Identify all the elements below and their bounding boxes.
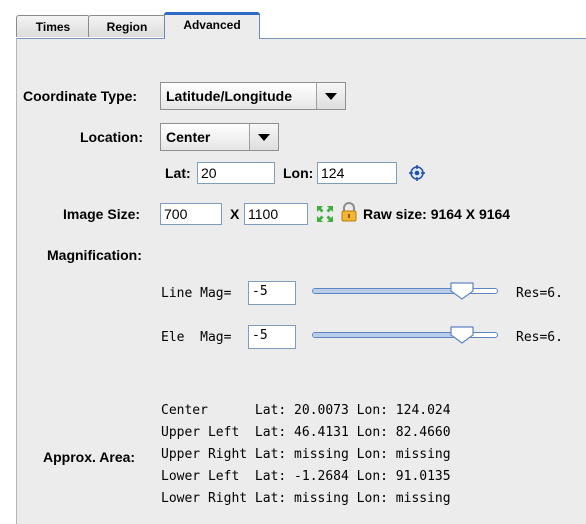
image-size-x-label: X bbox=[230, 206, 240, 222]
line-mag-slider[interactable] bbox=[312, 282, 498, 302]
coordinate-type-value: Latitude/Longitude bbox=[166, 88, 292, 104]
lat-input[interactable]: 20 bbox=[197, 162, 275, 184]
slider-thumb[interactable] bbox=[450, 326, 474, 344]
coordinate-type-label: Coordinate Type: bbox=[23, 88, 138, 104]
expand-arrows-icon[interactable] bbox=[315, 204, 335, 224]
crosshair-target-icon[interactable] bbox=[409, 165, 425, 181]
lat-label: Lat: bbox=[165, 165, 191, 181]
tab-advanced[interactable]: Advanced bbox=[164, 12, 260, 39]
tab-region[interactable]: Region bbox=[88, 15, 166, 37]
location-dropdown[interactable]: Center bbox=[160, 123, 279, 151]
chevron-down-icon[interactable] bbox=[316, 83, 345, 109]
chevron-down-icon[interactable] bbox=[249, 124, 278, 150]
area-row-center: Center Lat: 20.0073 Lon: 124.024 bbox=[161, 403, 451, 418]
ele-res-label: Res=6. bbox=[516, 330, 563, 345]
area-row-upper-left: Upper Left Lat: 46.4131 Lon: 82.4660 bbox=[161, 425, 451, 440]
magnification-label: Magnification: bbox=[47, 247, 142, 263]
coordinate-type-dropdown[interactable]: Latitude/Longitude bbox=[160, 82, 346, 110]
approx-area-label: Approx. Area: bbox=[43, 449, 136, 465]
ele-mag-label: Ele Mag= bbox=[161, 330, 232, 345]
slider-fill bbox=[313, 289, 453, 293]
area-row-lower-left: Lower Left Lat: -1.2684 Lon: 91.0135 bbox=[161, 469, 451, 484]
slider-thumb[interactable] bbox=[450, 282, 474, 300]
ele-mag-input[interactable]: -5 bbox=[248, 325, 296, 349]
padlock-icon[interactable] bbox=[340, 202, 358, 222]
slider-fill bbox=[313, 333, 453, 337]
line-mag-label: Line Mag= bbox=[161, 286, 232, 301]
line-res-label: Res=6. bbox=[516, 286, 563, 301]
location-label: Location: bbox=[80, 129, 143, 145]
area-row-lower-right: Lower Right Lat: missing Lon: missing bbox=[161, 491, 451, 506]
tab-times[interactable]: Times bbox=[16, 15, 90, 37]
raw-size-label: Raw size: 9164 X 9164 bbox=[363, 206, 511, 222]
image-size-label: Image Size: bbox=[63, 206, 141, 222]
tab-bar: Times Region Advanced bbox=[16, 12, 586, 39]
lon-label: Lon: bbox=[283, 165, 314, 181]
ele-mag-slider[interactable] bbox=[312, 326, 498, 346]
image-width-input[interactable]: 700 bbox=[160, 203, 222, 225]
location-value: Center bbox=[166, 129, 211, 145]
image-height-input[interactable]: 1100 bbox=[244, 203, 308, 225]
lon-input[interactable]: 124 bbox=[317, 162, 397, 184]
line-mag-input[interactable]: -5 bbox=[248, 281, 296, 305]
area-row-upper-right: Upper Right Lat: missing Lon: missing bbox=[161, 447, 451, 462]
advanced-panel: Coordinate Type: Latitude/Longitude Loca… bbox=[16, 38, 586, 524]
